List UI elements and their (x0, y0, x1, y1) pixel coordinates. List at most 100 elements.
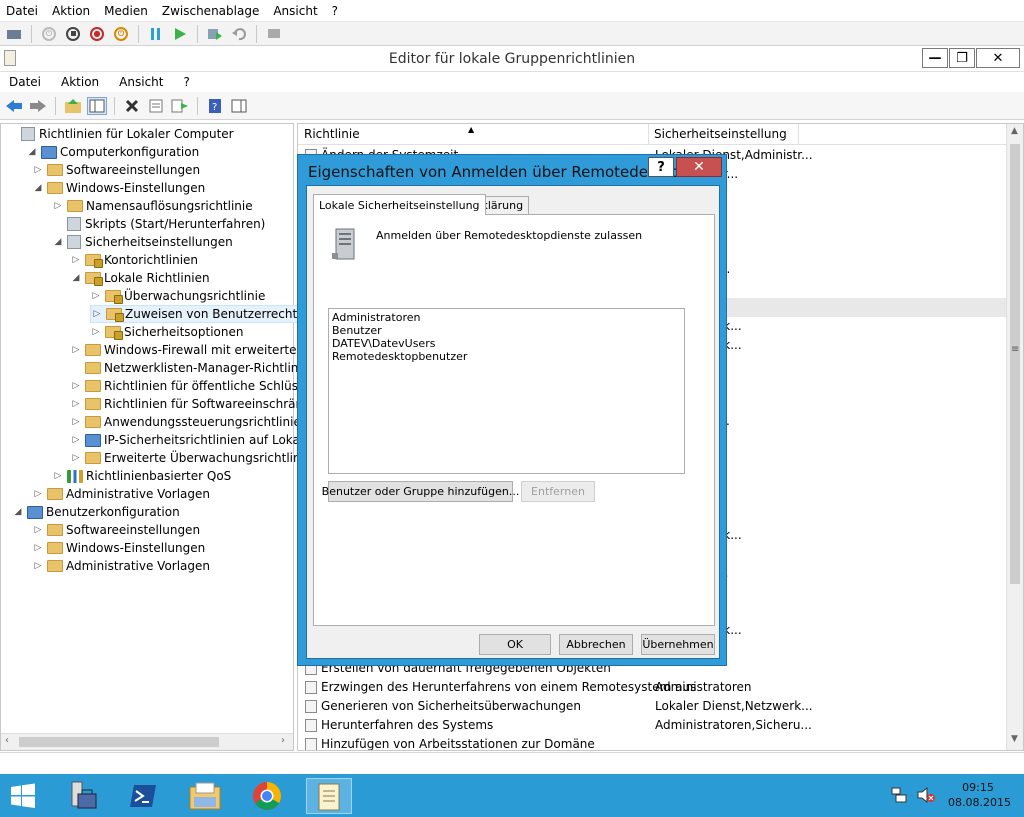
save-state-icon[interactable]: ⏻ (111, 25, 131, 43)
tree-item[interactable]: ▷ Softwareeinstellungen (32, 161, 201, 179)
tree-item[interactable]: ▷ Anwendungssteuerungsrichtlinien (70, 413, 309, 431)
column-header-setting[interactable]: Sicherheitseinstellung (654, 127, 787, 141)
expand-toggle-icon[interactable]: ▷ (90, 327, 102, 337)
expand-toggle-icon[interactable]: ▷ (70, 255, 82, 265)
menu-datei[interactable]: Datei (9, 75, 41, 89)
expand-toggle-icon[interactable]: ▷ (52, 201, 64, 211)
file-explorer-icon[interactable] (182, 778, 228, 814)
start-vm-icon[interactable]: ⏻ (39, 25, 59, 43)
vm-menu-aktion[interactable]: Aktion (52, 4, 90, 18)
apply-button[interactable]: Übernehmen (641, 634, 715, 655)
expand-toggle-icon[interactable]: ◢ (32, 183, 44, 193)
vm-menu-medien[interactable]: Medien (104, 4, 148, 18)
column-header-policy[interactable]: Richtlinie (304, 127, 360, 141)
list-vertical-scrollbar[interactable]: ▲ ≡ ▼ (1006, 124, 1023, 750)
list-row[interactable]: Erzwingen des Herunterfahrens von einem … (298, 678, 1008, 697)
back-arrow-icon[interactable] (4, 97, 24, 115)
ok-button[interactable]: OK (479, 634, 551, 655)
tree-item[interactable]: ▷ Erweiterte Überwachungsrichtlinienl (70, 449, 323, 467)
scroll-thumb[interactable] (19, 737, 219, 747)
member-item[interactable]: DATEV\DatevUsers (332, 337, 681, 350)
vm-menu-help[interactable]: ? (332, 4, 338, 18)
expand-toggle-icon[interactable]: ◢ (70, 273, 82, 283)
chrome-icon[interactable] (244, 778, 290, 814)
export-list-icon[interactable] (170, 97, 190, 115)
turn-off-icon[interactable] (63, 25, 83, 43)
tree-item[interactable]: Netzwerklisten-Manager-Richtlinien (70, 359, 317, 377)
enhanced-session-icon[interactable] (264, 25, 284, 43)
resume-icon[interactable] (170, 25, 190, 43)
powershell-icon[interactable] (120, 778, 166, 814)
expand-toggle-icon[interactable]: ▷ (90, 291, 102, 301)
scroll-thumb[interactable] (1010, 144, 1020, 584)
revert-icon[interactable] (229, 25, 249, 43)
tree-item[interactable]: ◢ Computerkonfiguration (26, 143, 200, 161)
tree-item[interactable]: ◢ Sicherheitseinstellungen (52, 233, 233, 251)
pause-icon[interactable] (146, 25, 166, 43)
tree-item[interactable]: ▷ Softwareeinstellungen (32, 521, 201, 539)
scroll-left-icon[interactable]: ‹ (5, 735, 9, 746)
tree-item[interactable]: ◢ Windows-Einstellungen (32, 179, 206, 197)
volume-muted-icon[interactable] (916, 786, 936, 807)
expand-toggle-icon[interactable]: ▷ (32, 561, 44, 571)
tab-local-security-setting[interactable]: Lokale Sicherheitseinstellung (313, 194, 486, 215)
menu-help[interactable]: ? (183, 75, 189, 89)
dialog-help-button[interactable]: ? (648, 157, 674, 177)
expand-toggle-icon[interactable]: ▷ (70, 399, 82, 409)
expand-toggle-icon[interactable]: ▷ (70, 381, 82, 391)
restore-button[interactable]: ❐ (949, 48, 975, 68)
tree-item[interactable]: Richtlinien für Lokaler Computer (6, 125, 234, 143)
list-row[interactable]: Herunterfahren des Systems Administratore… (298, 716, 1008, 735)
tree-item[interactable]: ▷ Windows-Firewall mit erweiterter Sic (70, 341, 323, 359)
menu-ansicht[interactable]: Ansicht (119, 75, 163, 89)
expand-toggle-icon[interactable]: ▷ (32, 489, 44, 499)
tree-horizontal-scrollbar[interactable]: ‹ › (1, 733, 293, 750)
network-icon[interactable] (890, 786, 908, 807)
tree-item[interactable]: ▷ Richtlinien für öffentliche Schlüssel (70, 377, 315, 395)
clock[interactable]: 09:15 08.08.2015 (948, 780, 1011, 810)
menu-aktion[interactable]: Aktion (61, 75, 99, 89)
tree-item[interactable]: ▷ Namensauflösungsrichtlinie (52, 197, 253, 215)
show-tree-icon[interactable] (87, 96, 107, 115)
action-pane-icon[interactable] (229, 97, 249, 115)
server-manager-icon[interactable] (58, 778, 104, 814)
column-divider[interactable] (648, 124, 649, 145)
expand-toggle-icon[interactable]: ▷ (70, 435, 82, 445)
shutdown-icon[interactable]: ● (87, 25, 107, 43)
forward-arrow-icon[interactable] (28, 97, 48, 115)
expand-toggle-icon[interactable]: ▷ (91, 309, 103, 319)
remove-button[interactable]: Entfernen (521, 481, 595, 502)
tree-item[interactable]: ▷ Windows-Einstellungen (32, 539, 206, 557)
expand-toggle-icon[interactable]: ◢ (12, 507, 24, 517)
member-item[interactable]: Benutzer (332, 324, 681, 337)
expand-toggle-icon[interactable]: ▷ (52, 471, 64, 481)
expand-toggle-icon[interactable]: ▷ (70, 453, 82, 463)
cancel-button[interactable]: Abbrechen (559, 634, 633, 655)
expand-toggle-icon[interactable]: ◢ (26, 147, 38, 157)
notepad-icon[interactable] (306, 778, 352, 814)
expand-toggle-icon[interactable]: ▷ (32, 543, 44, 553)
list-row[interactable]: Generieren von Sicherheitsüberwachungen L… (298, 697, 1008, 716)
tree-item[interactable]: ▷ Kontorichtlinien (70, 251, 198, 269)
tree-item[interactable]: Skripts (Start/Herunterfahren) (52, 215, 265, 233)
tree-item[interactable]: ▷ Zuweisen von Benutzerrechten (90, 305, 314, 323)
tree-item[interactable]: ▷ Sicherheitsoptionen (90, 323, 243, 341)
member-item[interactable]: Administratoren (332, 311, 681, 324)
help-book-icon[interactable]: ? (205, 97, 225, 115)
properties-icon[interactable] (146, 97, 166, 115)
expand-toggle-icon[interactable]: ▷ (32, 165, 44, 175)
tree-item[interactable]: ▷ Überwachungsrichtlinie (90, 287, 265, 305)
ctrl-alt-del-icon[interactable] (4, 25, 24, 43)
expand-toggle-icon[interactable]: ▷ (70, 345, 82, 355)
expand-toggle-icon[interactable]: ◢ (52, 237, 64, 247)
column-divider[interactable] (798, 124, 799, 145)
tree-item[interactable]: ◢ Lokale Richtlinien (70, 269, 210, 287)
tree-item[interactable]: ◢ Benutzerkonfiguration (12, 503, 180, 521)
vm-menu-zwischenablage[interactable]: Zwischenablage (162, 4, 259, 18)
start-icon[interactable] (0, 778, 46, 814)
vm-menu-ansicht[interactable]: Ansicht (273, 4, 317, 18)
scroll-down-icon[interactable]: ▼ (1011, 734, 1018, 744)
tree-item[interactable]: ▷ Administrative Vorlagen (32, 485, 210, 503)
scroll-right-icon[interactable]: › (281, 735, 285, 746)
tree-item[interactable]: ▷ Richtlinienbasierter QoS (52, 467, 232, 485)
